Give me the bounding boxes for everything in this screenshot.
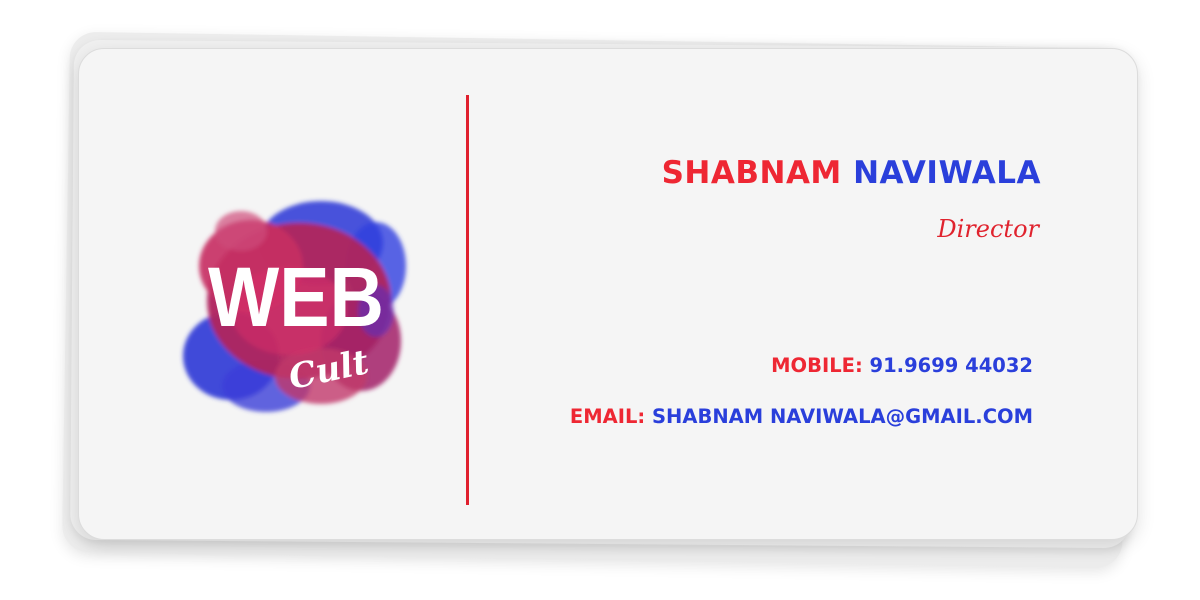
first-name: SHABNAM [661, 155, 842, 191]
person-name: SHABNAM NAVIWALA [662, 155, 1041, 191]
vertical-divider [466, 95, 469, 505]
mobile-number[interactable]: 91.9699 44032 [870, 354, 1033, 377]
mobile-line: MOBILE: 91.9699 44032 [771, 354, 1033, 377]
email-line: EMAIL: SHABNAM NAVIWALA@GMAIL.COM [570, 405, 1033, 428]
logo-main-text: WEB [208, 250, 384, 344]
job-title: Director [937, 215, 1039, 243]
mobile-label: MOBILE: [771, 354, 863, 377]
email-address[interactable]: SHABNAM NAVIWALA@GMAIL.COM [652, 405, 1033, 428]
web-cult-logo: WEB Cult [171, 171, 421, 421]
business-card: WEB Cult SHABNAM NAVIWALA Director MOBIL… [78, 48, 1138, 540]
email-label: EMAIL: [569, 405, 646, 428]
last-name: NAVIWALA [853, 155, 1041, 191]
